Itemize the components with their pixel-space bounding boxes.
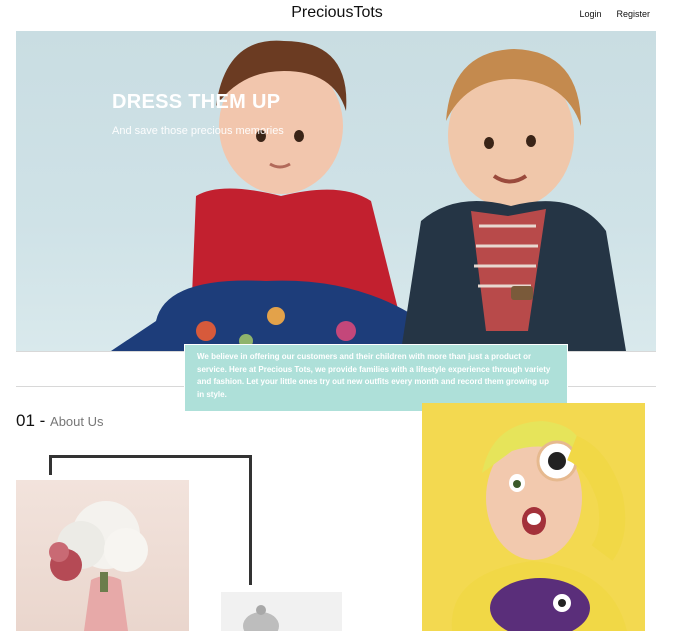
frame-line-top <box>49 455 252 458</box>
photo-gray-item <box>221 592 342 631</box>
section-number: 01 - <box>16 411 46 430</box>
about-text-box: We believe in offering our customers and… <box>184 344 568 412</box>
frame-line-right <box>249 455 252 585</box>
top-nav: Login Register <box>579 9 650 19</box>
flower-bouquet-illustration <box>49 501 148 631</box>
hero-subtitle: And save those precious memories <box>112 125 284 137</box>
login-link[interactable]: Login <box>579 9 601 19</box>
hero-title: DRESS THEM UP <box>112 91 281 113</box>
photo-flower-bouquet <box>16 480 189 631</box>
gray-hat-illustration <box>243 605 279 631</box>
hero-babies-illustration <box>111 40 626 351</box>
site-header: PreciousTots Login Register <box>0 0 674 30</box>
register-link[interactable]: Register <box>616 9 650 19</box>
hero-banner: DRESS THEM UP And save those precious me… <box>16 31 656 351</box>
section-heading: 01 - About Us <box>16 411 104 431</box>
brand-logo[interactable]: PreciousTots <box>0 4 674 22</box>
surprised-kid-illustration <box>451 421 627 631</box>
photo-kid-yellow <box>422 403 645 631</box>
section-title: About Us <box>50 414 104 429</box>
frame-line-left <box>49 455 52 475</box>
